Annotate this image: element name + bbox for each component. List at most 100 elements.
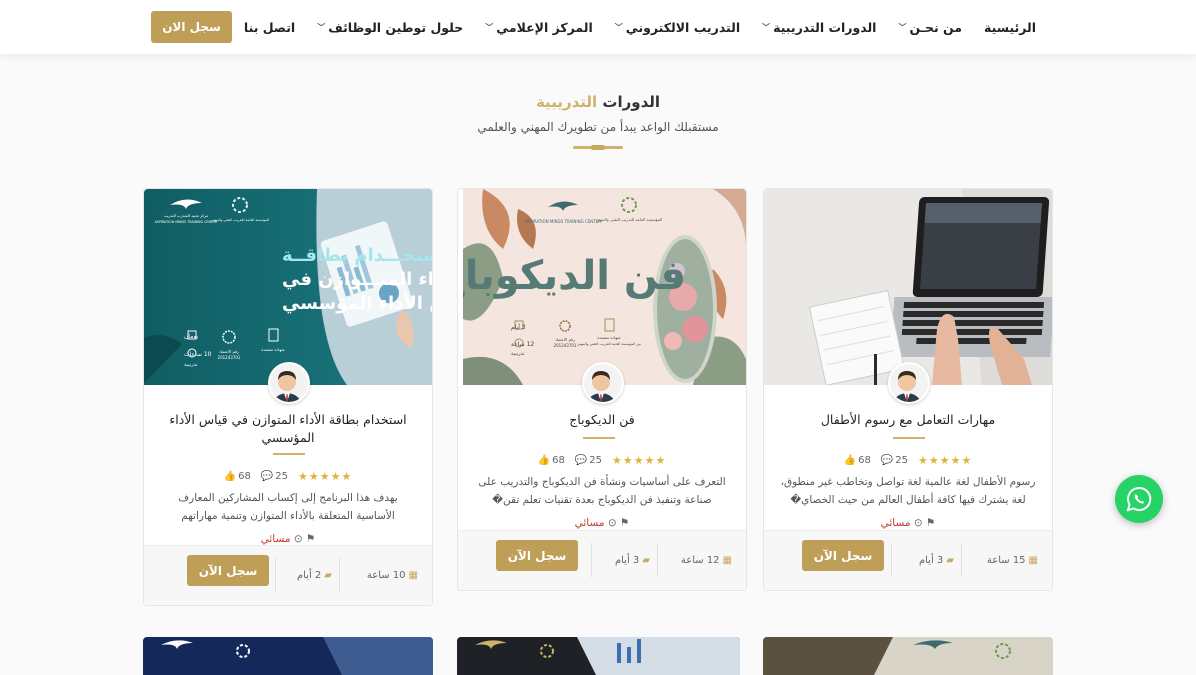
nav-contact[interactable]: اتصل بنا: [244, 20, 295, 35]
section-title-main: الدورات: [602, 93, 661, 111]
course-period: ⚑ ⊙ مسائي: [458, 517, 746, 529]
nav-home[interactable]: الرئيسية: [984, 20, 1036, 35]
chevron-down-icon: ﹀: [485, 22, 494, 32]
footer-divider: [591, 543, 592, 577]
trainer-avatar: [888, 362, 930, 404]
rating-stars: ★★★★★: [918, 454, 973, 467]
flag-icon: ⚑: [925, 517, 936, 529]
nav-about-label: من نحـن: [909, 19, 963, 35]
course-card-partial[interactable]: [143, 637, 433, 675]
course-hours: ▦ 15 ساعة: [987, 543, 1038, 577]
nav-home-label: الرئيسية: [984, 19, 1036, 35]
chevron-down-icon: ﹀: [762, 22, 771, 32]
course-hours: ▦ 10 ساعة: [367, 558, 418, 592]
chevron-down-icon: ﹀: [898, 22, 907, 32]
card-footer: ▦ 10 ساعة ▰ 2 أيام سجل الآن: [144, 545, 432, 605]
trainer-avatar: [582, 362, 624, 404]
register-button[interactable]: سجل الآن: [802, 540, 884, 571]
chevron-down-icon: ﹀: [317, 22, 326, 32]
page: الرئيسية من نحـن ﹀ الدورات التدريبية ﹀ الت…: [0, 0, 1196, 675]
poster-license: رقم الاعتماد: [219, 349, 239, 354]
comments-count: 25 💬: [261, 471, 288, 482]
comment-icon: 💬: [880, 455, 894, 466]
course-stats: ★★★★★ 25 💬 68 👍: [458, 454, 746, 467]
course-title[interactable]: فن الديكوباج: [472, 411, 732, 429]
poster-logo-en: ASPIRATION MINDS TRAINING CENTER: [525, 219, 601, 224]
whatsapp-icon: [1126, 486, 1152, 512]
nav-courses[interactable]: الدورات التدريبية ﹀: [762, 20, 876, 35]
comments-count: 25 💬: [881, 455, 908, 466]
calendar-icon: ▦: [408, 569, 418, 581]
comments-value: 25: [895, 455, 909, 466]
days-value: 3 أيام: [614, 554, 640, 566]
course-period: ⚑ ⊙ مسائي: [144, 533, 432, 545]
comments-value: 25: [589, 455, 603, 466]
poster-logo-en: ASPIRATION MINDS TRAINING CENTER: [155, 220, 218, 224]
calendar-icon: ▦: [1028, 554, 1038, 566]
course-card-partial[interactable]: [457, 637, 740, 675]
nav-about[interactable]: من نحـن ﹀: [898, 20, 962, 35]
flag-icon: ⚑: [619, 517, 630, 529]
likes-count: 68 👍: [538, 455, 565, 466]
section-subtitle: مستقبلك الواعد يبدأ من تطويرك المهني وال…: [477, 120, 719, 134]
poster-logo-tvtc: المؤسسة العامة للتدريب التقني والمهني: [211, 218, 269, 222]
course-title[interactable]: مهارات التعامل مع رسوم الأطفال: [778, 411, 1038, 429]
course-card[interactable]: مهارات التعامل مع رسوم الأطفال ★★★★★ 25 💬…: [763, 188, 1053, 591]
comments-value: 25: [275, 471, 289, 482]
footer-divider: [961, 543, 962, 577]
clock-icon: ⊙: [607, 517, 617, 529]
course-days: ▰ 2 أيام: [297, 558, 332, 592]
nav-contact-label: اتصل بنا: [243, 19, 296, 35]
poster-days: يومان: [184, 333, 199, 340]
course-card[interactable]: ASPIRATION MINDS TRAINING CENTER المؤسسة…: [457, 188, 747, 591]
poster-cert: شهادة معتمدة: [261, 347, 285, 352]
nav-media[interactable]: المركز الإعلامي ﹀: [485, 20, 593, 35]
book-icon: ▰: [946, 554, 954, 566]
thumbs-up-icon: 👍: [537, 455, 551, 466]
hours-value: 15 ساعة: [986, 554, 1026, 566]
likes-value: 68: [552, 455, 565, 466]
poster-logo-ar: مركز تجنيد المتدرب التدريب: [164, 213, 208, 218]
register-button[interactable]: سجل الآن: [187, 555, 269, 586]
nav-elearning-label: التدريب الالكتروني: [625, 19, 741, 35]
nav-media-label: المركز الإعلامي: [496, 19, 593, 35]
poster-cert-sub: من المؤسسة العامة للتدريب التقني والمهني: [577, 342, 641, 346]
likes-count: 68 👍: [224, 471, 251, 482]
card-footer: ▦ 12 ساعة ▰ 3 أيام سجل الآن: [458, 530, 746, 590]
nav-localization[interactable]: حلول توطين الوظائف ﹀: [317, 20, 463, 35]
course-hours: ▦ 12 ساعة: [681, 543, 732, 577]
calendar-icon: ▦: [722, 554, 732, 566]
main-nav: الرئيسية من نحـن ﹀ الدورات التدريبية ﹀ الت…: [244, 0, 1036, 54]
poster-license-no: 201243701: [554, 343, 577, 348]
title-underline: [893, 437, 925, 439]
nav-courses-label: الدورات التدريبية: [773, 19, 877, 35]
section-divider: [573, 145, 623, 150]
poster-days: 3 أيام: [511, 323, 526, 331]
poster-hours-unit: تدريبية: [184, 362, 198, 368]
thumbs-up-icon: 👍: [843, 455, 857, 466]
course-image: ASPIRATION MINDS TRAINING CENTER المؤسسة…: [458, 189, 746, 385]
course-card[interactable]: مركز تجنيد المتدرب التدريب ASPIRATION MI…: [143, 188, 433, 606]
hours-value: 10 ساعة: [366, 569, 406, 581]
rating-stars: ★★★★★: [298, 470, 353, 483]
whatsapp-button[interactable]: [1115, 475, 1163, 523]
nav-elearning[interactable]: التدريب الالكتروني ﹀: [615, 20, 740, 35]
course-days: ▰ 3 أيام: [615, 543, 650, 577]
days-value: 2 أيام: [296, 569, 322, 581]
register-button[interactable]: سجل الآن: [496, 540, 578, 571]
clock-icon: ⊙: [293, 533, 303, 545]
comment-icon: 💬: [574, 455, 588, 466]
footer-divider: [891, 543, 892, 577]
register-now-button[interactable]: سجل الان: [151, 11, 232, 43]
comment-icon: 💬: [260, 471, 274, 482]
likes-value: 68: [858, 455, 871, 466]
poster-hours-unit: تدريبية: [511, 351, 525, 357]
title-underline: [583, 437, 615, 439]
poster-logo-tvtc: المؤسسة العامة للتدريب التقني والمهني: [596, 217, 663, 222]
period-label: مسائي: [574, 517, 605, 529]
poster-hours: 12 ساعة: [511, 341, 534, 348]
poster-headline: فن الديكوباج: [463, 253, 686, 299]
course-card-partial[interactable]: [763, 637, 1053, 675]
course-title[interactable]: استخدام بطاقة الأداء المتوازن في قياس ال…: [158, 411, 418, 447]
period-label: مسائي: [880, 517, 911, 529]
